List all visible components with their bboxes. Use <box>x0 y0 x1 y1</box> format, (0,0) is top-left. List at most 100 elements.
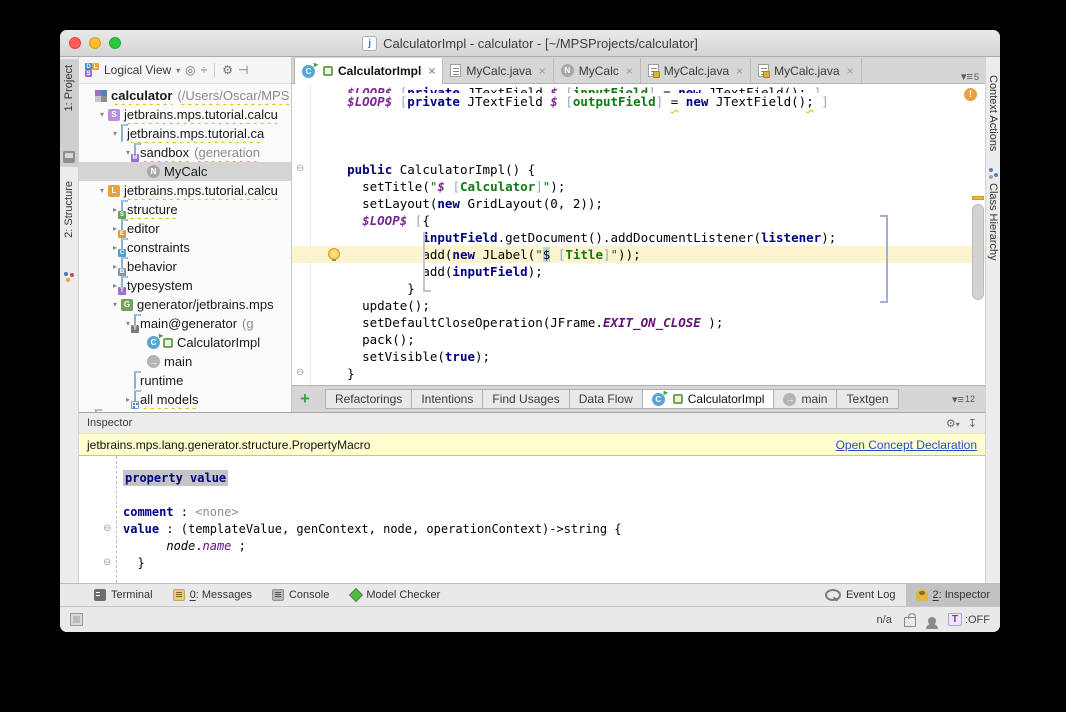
inspector-line-3[interactable]: ⊖ value : (templateValue, genContext, nod… <box>103 521 985 538</box>
toolwindow-button-context-actions[interactable]: Context Actions <box>986 57 1000 157</box>
code-line-16[interactable]: setVisible(true); <box>292 348 985 365</box>
inspector-icon <box>915 589 928 601</box>
caret-position-widget[interactable]: n/a <box>877 614 892 626</box>
chevron-down-icon[interactable]: ▾ <box>109 129 121 138</box>
inspector-line-5[interactable]: ⊖ } <box>103 555 985 572</box>
chevron-down-icon[interactable]: ▾ <box>96 110 108 119</box>
scroll-to-node-icon[interactable]: ◎ <box>185 64 195 76</box>
aspect-tab-data-flow[interactable]: Data Flow <box>568 389 643 409</box>
inspector-line-2[interactable]: comment : <none> <box>123 504 985 521</box>
code-line-15[interactable]: pack(); <box>292 331 985 348</box>
minimize-panel-icon[interactable]: ↧ <box>968 417 977 430</box>
tree-item-sandbox[interactable]: ▾ Msandbox (generation <box>79 143 291 162</box>
editor-tab-mycalc-java[interactable]: MyCalc.java × <box>443 58 554 83</box>
fold-icon[interactable]: ⊖ <box>296 368 304 378</box>
toolwindow-button-0-messages[interactable]: 0: Messages <box>163 584 262 606</box>
inspector-line-0[interactable]: property value <box>123 470 985 487</box>
inspector-line-1[interactable] <box>123 487 985 504</box>
view-selector[interactable]: Logical View <box>104 63 171 77</box>
tree-item-mycalc[interactable]: N MyCalc <box>79 162 291 181</box>
tree-item-typesystem[interactable]: ▸ Ttypesystem <box>79 276 291 295</box>
editor-tab-mycalc-java[interactable]: MyCalc.java × <box>751 58 862 83</box>
fold-icon[interactable]: ⊖ <box>103 524 111 534</box>
aspect-tab-find-usages[interactable]: Find Usages <box>482 389 570 409</box>
close-window-button[interactable] <box>69 37 81 49</box>
tree-item-main-generator[interactable]: ▾ Tmain@generator (g <box>79 314 291 333</box>
bottom-tab-list-button[interactable]: ▾≡ 12 <box>946 393 981 406</box>
tree-item-jetbrains-mps-tutorial-calcu[interactable]: ▾ Ljetbrains.mps.tutorial.calcu <box>79 181 291 200</box>
code-line-17[interactable]: ⊖ } <box>292 365 985 382</box>
toolwindow-toggle-icon[interactable] <box>70 613 83 626</box>
aspect-tab-refactorings[interactable]: Refactorings <box>324 389 413 409</box>
tree-item-jetbrains-mps-tutorial-ca[interactable]: ▾ jetbrains.mps.tutorial.ca <box>79 124 291 143</box>
toolwindow-button-console[interactable]: Console <box>262 584 339 606</box>
tree-item-generator-jetbrains-mps[interactable]: ▾ Ggenerator/jetbrains.mps <box>79 295 291 314</box>
lock-icon[interactable] <box>903 616 916 627</box>
collapse-all-icon[interactable]: ÷ <box>201 64 208 76</box>
tab-list-button[interactable]: ▾≡ 5 <box>955 70 985 83</box>
fold-icon[interactable]: ⊖ <box>103 558 111 568</box>
code-line-1[interactable]: $LOOP$ [private JTextField $ [outputFiel… <box>292 93 985 110</box>
tree-item-main[interactable]: → main <box>79 352 291 371</box>
code-segment: listener <box>760 230 822 245</box>
aspect-tab-textgen[interactable]: Textgen <box>836 389 899 409</box>
close-tab-icon[interactable]: × <box>539 64 546 78</box>
tree-item-constraints[interactable]: ▸ Cconstraints <box>79 238 291 257</box>
code-line-2[interactable] <box>292 110 985 127</box>
code-line-6[interactable]: setTitle("$ [Calculator]"); <box>292 178 985 195</box>
tree-item-all-models[interactable]: ▸ all models <box>79 390 291 409</box>
toolwindow-button-terminal[interactable]: Terminal <box>84 584 163 606</box>
toolwindow-button-2-inspector[interactable]: 2: Inspector <box>905 584 1000 606</box>
code-line-0[interactable]: $LOOP$ [private JTextField $ [inputField… <box>292 84 985 93</box>
intention-bulb-icon[interactable] <box>328 248 340 261</box>
error-stripe-mark[interactable] <box>972 196 984 200</box>
code-line-7[interactable]: setLayout(new GridLayout(0, 2)); <box>292 195 985 212</box>
tree-item-editor[interactable]: ▸ Eeditor <box>79 219 291 238</box>
code-line-3[interactable] <box>292 127 985 144</box>
chevron-down-icon[interactable]: ▾ <box>109 300 121 309</box>
inspector-segment: property value <box>123 470 229 486</box>
editor-scrollbar-thumb[interactable] <box>972 204 984 300</box>
typesystem-trace-widget[interactable]: T :OFF <box>947 613 990 626</box>
chevron-down-icon[interactable]: ▾ <box>96 186 108 195</box>
tree-item-jetbrains-mps-tutorial-calcu[interactable]: ▾ Sjetbrains.mps.tutorial.calcu <box>79 105 291 124</box>
inspector-editor[interactable]: property value comment : <none> ⊖ value : (… <box>79 456 985 583</box>
zoom-window-button[interactable] <box>109 37 121 49</box>
close-tab-icon[interactable]: × <box>847 64 854 78</box>
hide-panel-icon[interactable]: ⊣ <box>238 64 248 76</box>
minimize-window-button[interactable] <box>89 37 101 49</box>
toolwindow-button-2-structure[interactable]: 2: Structure <box>60 175 78 287</box>
aspect-tab-calculatorimpl[interactable]: C ▸ CalculatorImpl <box>641 388 775 409</box>
code-line-4[interactable] <box>292 144 985 161</box>
chevron-down-icon[interactable]: ▾ <box>176 66 180 75</box>
tree-item-behavior[interactable]: ▸ Bbehavior <box>79 257 291 276</box>
tree-item-structure[interactable]: ▸ Sstructure <box>79 200 291 219</box>
warning-indicator-icon[interactable]: ! <box>964 88 977 101</box>
tree-item-runtime[interactable]: runtime <box>79 371 291 390</box>
add-tab-button[interactable]: + <box>296 390 318 409</box>
toolwindow-button-model-checker[interactable]: Model Checker <box>339 584 450 606</box>
editor-tab-calculatorimpl[interactable]: C ▸ CalculatorImpl × <box>294 58 444 84</box>
aspect-tab-intentions[interactable]: Intentions <box>411 389 484 409</box>
tree-item-calculator[interactable]: calculator (/Users/Oscar/MPS <box>79 86 291 105</box>
close-tab-icon[interactable]: × <box>736 64 743 78</box>
tree-item-calculatorimpl[interactable]: C ▸ CalculatorImpl <box>79 333 291 352</box>
close-tab-icon[interactable]: × <box>428 64 435 78</box>
hector-inspector-icon[interactable] <box>925 617 938 629</box>
editor-tab-mycalc-java[interactable]: MyCalc.java × <box>641 58 752 83</box>
code-line-14[interactable]: setDefaultCloseOperation(JFrame.EXIT_ON_… <box>292 314 985 331</box>
inspector-line-4[interactable]: node.name ; <box>123 538 985 555</box>
open-concept-declaration-link[interactable]: Open Concept Declaration <box>836 438 977 452</box>
code-editor[interactable]: $LOOP$ [private JTextField $ [inputField… <box>292 84 985 385</box>
toolwindow-button-1-project[interactable]: 1: Project <box>60 59 78 167</box>
code-segment: setLayout( <box>362 196 438 211</box>
close-tab-icon[interactable]: × <box>626 64 633 78</box>
aspect-tab-main[interactable]: → main <box>773 389 838 409</box>
editor-tab-mycalc[interactable]: N MyCalc × <box>554 58 641 83</box>
toolwindow-button-event-log[interactable]: Event Log <box>815 584 906 606</box>
toolwindow-button-class-hierarchy[interactable]: Class Hierarchy <box>986 165 1000 277</box>
gear-icon[interactable]: ⚙▾ <box>946 417 960 430</box>
gear-icon[interactable]: ⚙ <box>222 64 233 76</box>
code-line-5[interactable]: ⊖ public CalculatorImpl() { <box>292 161 985 178</box>
fold-icon[interactable]: ⊖ <box>296 164 304 174</box>
